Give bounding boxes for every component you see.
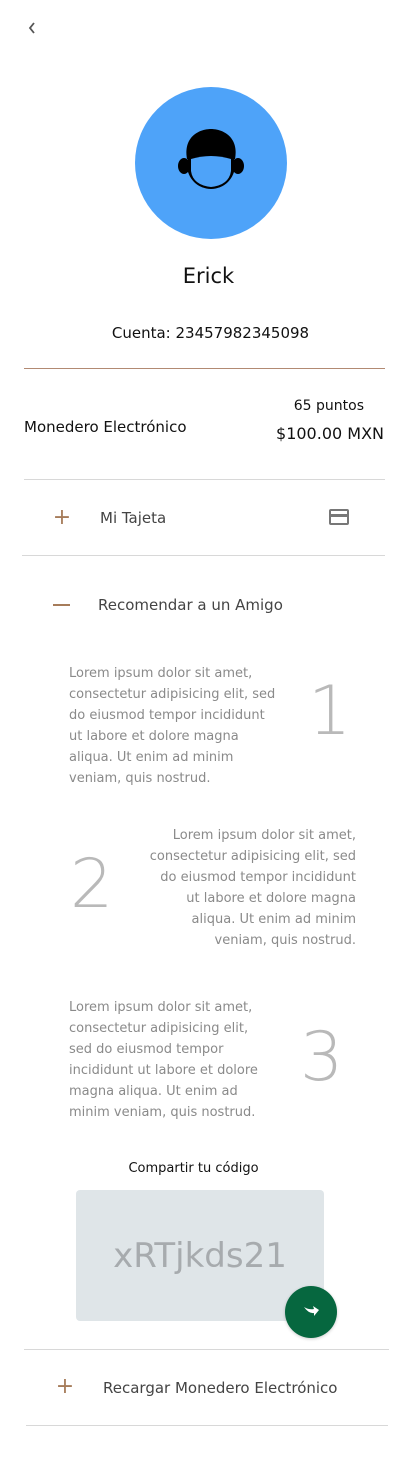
profile-name: Erick [182, 264, 235, 288]
section-card-label: Mi Tajeta [100, 509, 167, 527]
divider [26, 1425, 388, 1426]
avatar [135, 87, 287, 239]
minus-icon [53, 604, 70, 606]
wallet-label: Monedero Electrónico [24, 418, 187, 436]
back-button[interactable] [22, 18, 42, 40]
share-arrow-icon [301, 1302, 321, 1322]
referral-code: xRTjkds21 [113, 1235, 287, 1276]
share-button[interactable] [285, 1286, 337, 1338]
step-2-text: Lorem ipsum dolor sit amet, consectetur … [149, 828, 356, 948]
divider [24, 368, 385, 369]
balance-value: $100.00 MXN [276, 424, 384, 443]
divider [24, 1349, 389, 1350]
divider [22, 555, 385, 556]
chevron-left-icon [27, 20, 37, 39]
account-number: Cuenta: 23457982345098 [111, 324, 310, 342]
step-3-text: Lorem ipsum dolor sit amet, consectetur … [69, 1000, 258, 1120]
plus-icon: + [55, 1374, 75, 1399]
divider [24, 479, 385, 480]
step-1-text: Lorem ipsum dolor sit amet, consectetur … [69, 666, 276, 786]
credit-card-icon[interactable] [329, 509, 349, 525]
section-reload-label: Recargar Monedero Electrónico [103, 1379, 338, 1397]
user-face-icon [177, 129, 245, 197]
plus-icon: + [52, 505, 72, 530]
step-2-number: 2 [70, 845, 114, 924]
step-3-number: 3 [300, 1018, 344, 1097]
share-title: Compartir tu código [128, 1161, 259, 1176]
step-1-number: 1 [308, 672, 352, 751]
points-value: 65 puntos [293, 398, 364, 414]
section-recommend-label: Recomendar a un Amigo [98, 596, 283, 614]
